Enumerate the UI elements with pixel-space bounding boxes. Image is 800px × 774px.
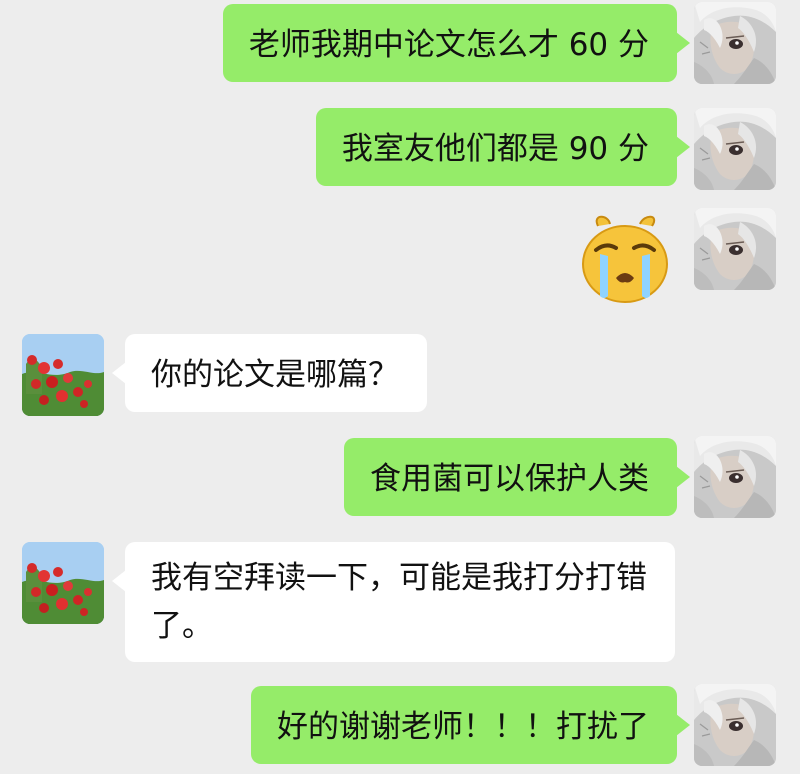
red-flowers-avatar-icon bbox=[22, 542, 104, 624]
anime-character-avatar-icon bbox=[694, 2, 776, 84]
message-bubble[interactable]: 食用菌可以保护人类 bbox=[344, 438, 690, 516]
message-row: 食用菌可以保护人类 bbox=[0, 436, 800, 520]
message-row: 我室友他们都是 90 分 bbox=[0, 108, 800, 192]
message-text: 好的谢谢老师！！！打扰了 bbox=[277, 709, 649, 745]
message-row bbox=[0, 208, 800, 308]
message-text: 食用菌可以保护人类 bbox=[370, 461, 649, 497]
message-bubble[interactable]: 我室友他们都是 90 分 bbox=[315, 108, 691, 186]
message-bubble[interactable]: 我有空拜读一下，可能是我打分打错了。 bbox=[112, 542, 675, 662]
anime-character-avatar-icon bbox=[694, 208, 776, 290]
message-text: 你的论文是哪篇？ bbox=[151, 357, 399, 393]
message-row: 你的论文是哪篇？ bbox=[0, 332, 800, 416]
message-text: 我室友他们都是 90 分 bbox=[341, 131, 649, 167]
message-row: 我有空拜读一下，可能是我打分打错了。 bbox=[0, 540, 800, 664]
avatar[interactable] bbox=[694, 684, 776, 766]
red-flowers-avatar-icon bbox=[22, 334, 104, 416]
message-row: 好的谢谢老师！！！打扰了 bbox=[0, 684, 800, 768]
message-bubble[interactable]: 好的谢谢老师！！！打扰了 bbox=[251, 686, 690, 764]
message-bubble[interactable]: 老师我期中论文怎么才 60 分 bbox=[222, 4, 691, 82]
anime-character-avatar-icon bbox=[694, 684, 776, 766]
avatar[interactable] bbox=[694, 436, 776, 518]
message-bubble[interactable]: 你的论文是哪篇？ bbox=[112, 334, 427, 412]
avatar[interactable] bbox=[22, 334, 104, 416]
anime-character-avatar-icon bbox=[694, 108, 776, 190]
avatar[interactable] bbox=[694, 108, 776, 190]
anime-character-avatar-icon bbox=[694, 436, 776, 518]
message-text: 老师我期中论文怎么才 60 分 bbox=[248, 27, 649, 63]
avatar[interactable] bbox=[694, 208, 776, 290]
message-row: 老师我期中论文怎么才 60 分 bbox=[0, 0, 800, 88]
avatar[interactable] bbox=[22, 542, 104, 624]
crying-face-emoji-icon[interactable] bbox=[578, 212, 672, 306]
avatar[interactable] bbox=[694, 2, 776, 84]
message-text: 我有空拜读一下，可能是我打分打错了。 bbox=[151, 560, 647, 644]
